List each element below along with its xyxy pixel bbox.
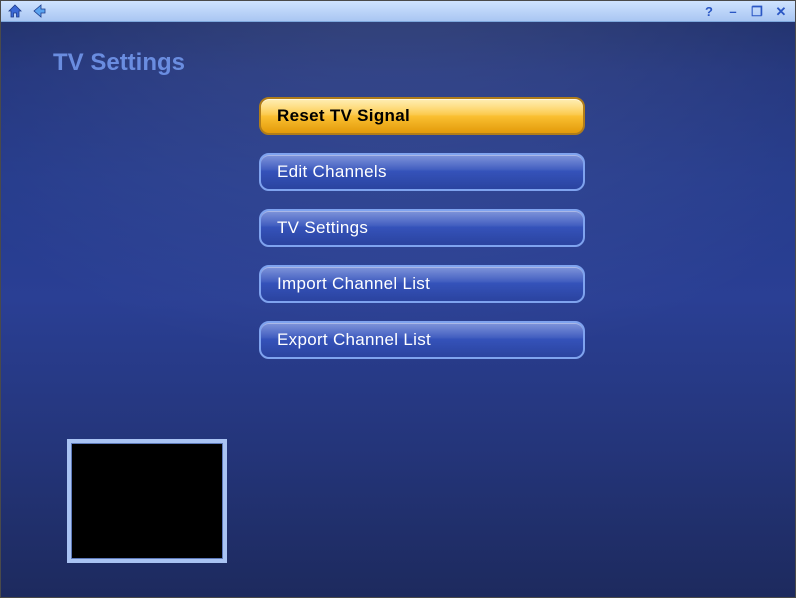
menu-item-label: Import Channel List [277, 274, 430, 294]
menu-item-tv-settings[interactable]: TV Settings [259, 209, 585, 247]
menu-item-label: Edit Channels [277, 162, 387, 182]
help-icon[interactable]: ? [701, 3, 717, 19]
menu-item-edit-channels[interactable]: Edit Channels [259, 153, 585, 191]
page-title: TV Settings [53, 49, 185, 77]
video-preview [67, 439, 227, 563]
minimize-icon[interactable]: – [725, 3, 741, 19]
menu-item-label: Export Channel List [277, 330, 431, 350]
menu-item-label: TV Settings [277, 218, 368, 238]
back-icon[interactable] [31, 3, 47, 19]
menu-item-export-channel-list[interactable]: Export Channel List [259, 321, 585, 359]
titlebar: ? – ❐ ✕ [1, 1, 795, 22]
menu-item-reset-tv-signal[interactable]: Reset TV Signal [259, 97, 585, 135]
titlebar-left-group [7, 3, 47, 19]
app-window: ? – ❐ ✕ TV Settings Reset TV Signal Edit… [0, 0, 796, 598]
menu-item-label: Reset TV Signal [277, 106, 410, 126]
titlebar-right-group: ? – ❐ ✕ [701, 3, 789, 19]
menu-item-import-channel-list[interactable]: Import Channel List [259, 265, 585, 303]
home-icon[interactable] [7, 3, 23, 19]
restore-icon[interactable]: ❐ [749, 3, 765, 19]
close-icon[interactable]: ✕ [773, 3, 789, 19]
settings-menu: Reset TV Signal Edit Channels TV Setting… [259, 97, 585, 359]
